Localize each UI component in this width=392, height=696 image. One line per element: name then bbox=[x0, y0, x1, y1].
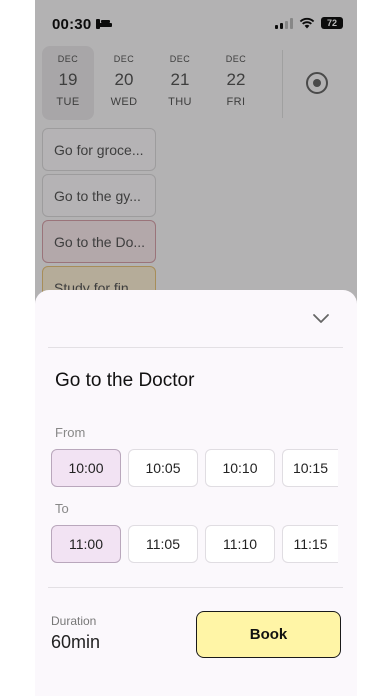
to-time-slots: 11:00 11:05 11:10 11:15 bbox=[51, 525, 338, 563]
divider bbox=[48, 587, 343, 588]
sheet-title: Go to the Doctor bbox=[55, 370, 195, 391]
time-slot[interactable]: 11:15 bbox=[282, 525, 338, 563]
book-button[interactable]: Book bbox=[196, 611, 341, 658]
time-slot[interactable]: 11:05 bbox=[128, 525, 198, 563]
chevron-down-icon[interactable] bbox=[311, 311, 331, 325]
divider bbox=[48, 347, 343, 348]
duration-label: Duration bbox=[51, 614, 97, 628]
time-slot[interactable]: 10:10 bbox=[205, 449, 275, 487]
time-slot[interactable]: 10:05 bbox=[128, 449, 198, 487]
booking-sheet: Go to the Doctor From 10:00 10:05 10:10 … bbox=[35, 290, 357, 696]
from-time-slots: 10:00 10:05 10:10 10:15 bbox=[51, 449, 338, 487]
phone-screen: 00:30 72 DEC 19 TUE DEC 20 WED DEC 21 TH… bbox=[35, 0, 357, 696]
time-slot[interactable]: 11:10 bbox=[205, 525, 275, 563]
time-slot[interactable]: 10:00 bbox=[51, 449, 121, 487]
duration-value: 60min bbox=[51, 632, 101, 652]
from-label: From bbox=[55, 425, 86, 440]
time-slot[interactable]: 11:00 bbox=[51, 525, 121, 563]
time-slot[interactable]: 10:15 bbox=[282, 449, 338, 487]
to-label: To bbox=[55, 501, 69, 516]
